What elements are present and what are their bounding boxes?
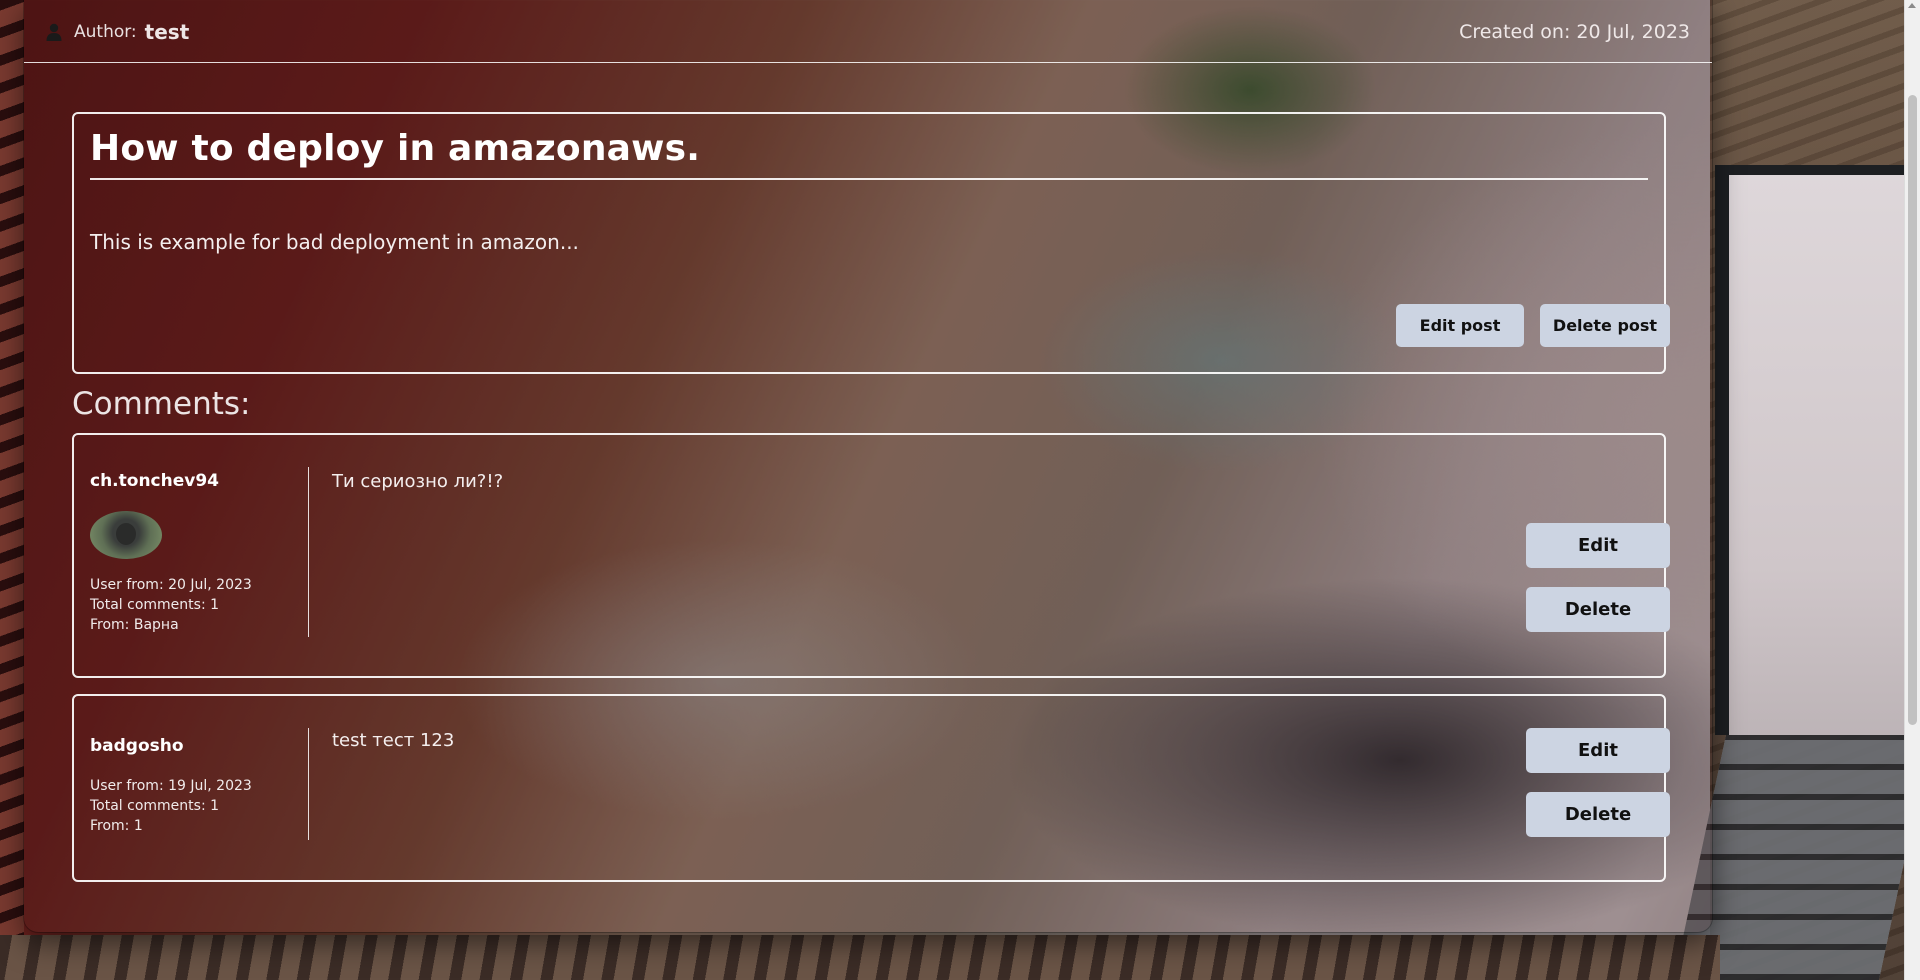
page-scrollbar[interactable] — [1904, 0, 1920, 980]
edit-comment-button[interactable]: Edit — [1526, 523, 1670, 568]
author-name: test — [144, 20, 190, 44]
author-info: Author: test — [46, 20, 189, 44]
comment-item: ch.tonchev94 User from: 20 Jul, 2023 Tot… — [72, 433, 1670, 678]
background-bottom-strip — [0, 935, 1720, 980]
edit-post-button[interactable]: Edit post — [1396, 304, 1524, 347]
comment-username: ch.tonchev94 — [90, 471, 219, 491]
comment-item: badgosho User from: 19 Jul, 2023 Total c… — [72, 694, 1670, 882]
created-date: Created on: 20 Jul, 2023 — [1459, 21, 1690, 43]
post-box: How to deploy in amazonaws. This is exam… — [72, 112, 1670, 374]
user-from: User from: 20 Jul, 2023 — [90, 577, 252, 593]
user-location: From: Варна — [90, 617, 179, 633]
total-comments: Total comments: 1 — [90, 798, 220, 814]
delete-comment-button[interactable]: Delete — [1526, 587, 1670, 632]
title-divider — [90, 178, 1648, 180]
comment-user-meta: User from: 20 Jul, 2023 Total comments: … — [90, 575, 252, 635]
edit-comment-button[interactable]: Edit — [1526, 728, 1670, 773]
comment-username: badgosho — [90, 736, 184, 756]
total-comments: Total comments: 1 — [90, 597, 220, 613]
comment-text: Ти сериозно ли?!? — [332, 471, 504, 492]
post-title: How to deploy in amazonaws. — [90, 128, 701, 169]
avatar — [90, 511, 162, 559]
delete-comment-button[interactable]: Delete — [1526, 792, 1670, 837]
scrollbar-thumb[interactable] — [1908, 95, 1917, 725]
comment-divider — [308, 728, 309, 840]
person-icon — [46, 23, 62, 41]
comment-user-meta: User from: 19 Jul, 2023 Total comments: … — [90, 776, 252, 836]
post-body: This is example for bad deployment in am… — [90, 230, 579, 254]
comment-divider — [308, 467, 309, 637]
background-laptop-screen — [1715, 165, 1919, 735]
comments-heading: Comments: — [72, 386, 251, 422]
background-image-edge — [0, 0, 24, 980]
delete-post-button[interactable]: Delete post — [1540, 304, 1670, 347]
post-header: Author: test Created on: 20 Jul, 2023 — [24, 0, 1712, 63]
author-label: Author: — [74, 22, 137, 42]
scroll-up-arrow-icon[interactable] — [1908, 3, 1916, 8]
post-details-card: Author: test Created on: 20 Jul, 2023 Ho… — [24, 0, 1712, 932]
user-location: From: 1 — [90, 818, 143, 834]
user-from: User from: 19 Jul, 2023 — [90, 778, 252, 794]
comment-text: test тест 123 — [332, 730, 455, 751]
